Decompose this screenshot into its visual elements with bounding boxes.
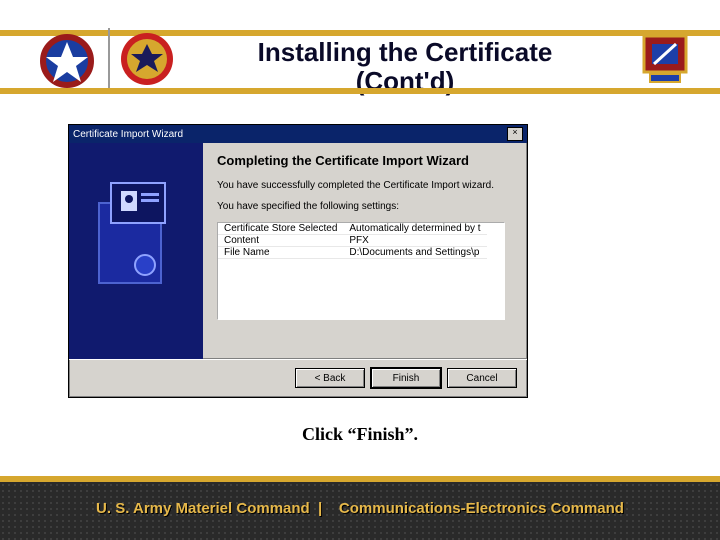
header-separator: [108, 28, 110, 94]
gold-divider-footer: [0, 476, 720, 482]
wizard-settings-list: Certificate Store SelectedAutomatically …: [217, 222, 505, 320]
wizard-success-text: You have successfully completed the Cert…: [217, 180, 513, 191]
wizard-side-graphic: [69, 143, 203, 359]
certificate-import-wizard-window: Certificate Import Wizard × Completing t…: [68, 124, 528, 398]
wizard-settings-label: You have specified the following setting…: [217, 201, 513, 212]
wizard-titlebar: Certificate Import Wizard ×: [69, 125, 527, 143]
table-row: File NameD:\Documents and Settings\p: [218, 247, 487, 259]
footer-right: Communications-Electronics Command: [339, 500, 624, 517]
slide-title: Installing the Certificate (Cont'd): [210, 38, 600, 95]
gold-divider-bottom: [0, 88, 720, 94]
footer-left: U. S. Army Materiel Command: [96, 500, 310, 517]
footer-separator: |: [318, 500, 322, 517]
unit-crest-icon: [636, 30, 694, 88]
amc-crest-icon: [38, 32, 96, 90]
back-button[interactable]: < Back: [295, 368, 365, 388]
wizard-heading: Completing the Certificate Import Wizard: [217, 153, 513, 168]
footer: U. S. Army Materiel Command | Communicat…: [0, 476, 720, 540]
cancel-button[interactable]: Cancel: [447, 368, 517, 388]
wizard-title-text: Certificate Import Wizard: [73, 129, 183, 140]
table-row: ContentPFX: [218, 235, 487, 247]
finish-button[interactable]: Finish: [371, 368, 441, 388]
wizard-button-bar: < Back Finish Cancel: [69, 359, 527, 396]
close-icon[interactable]: ×: [507, 127, 523, 141]
certificate-icon: [93, 173, 179, 313]
cecom-crest-icon: [118, 30, 176, 88]
instruction-text: Click “Finish”.: [0, 424, 720, 445]
table-row: Certificate Store SelectedAutomatically …: [218, 223, 487, 235]
